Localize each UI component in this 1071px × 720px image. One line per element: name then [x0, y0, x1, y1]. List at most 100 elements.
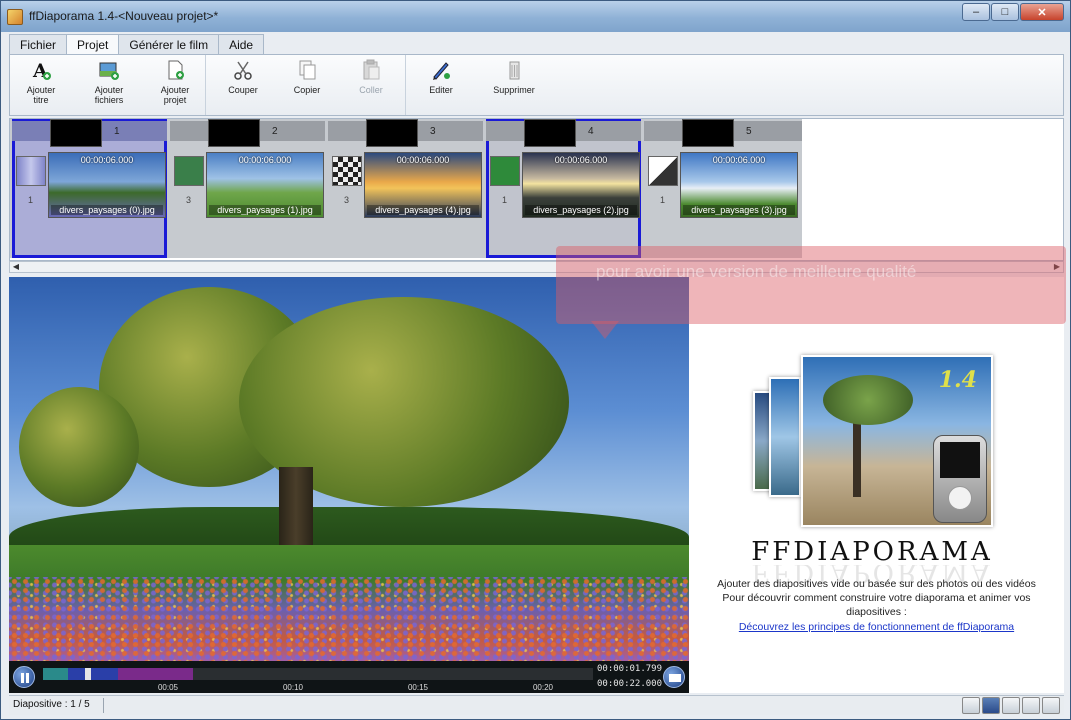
slide-filename: divers_paysages (3).jpg — [683, 205, 795, 215]
transition-number: 1 — [28, 195, 34, 205]
slide-timeline[interactable]: 1 1 00:00:06.000 divers_paysages (0).jpg… — [9, 118, 1064, 261]
scissors-icon — [232, 59, 254, 81]
logo-card — [769, 377, 801, 497]
ribbon-tabs: Fichier Projet Générer le film Aide — [9, 34, 265, 55]
add-title-button[interactable]: A Ajouter titre — [18, 59, 64, 111]
help-link[interactable]: Découvrez les principes de fonctionnemen… — [699, 620, 1054, 634]
player-bar: 00:05 00:10 00:15 00:20 00:00:01.799 00:… — [9, 661, 689, 693]
scroll-left-icon[interactable]: ◀ — [10, 262, 22, 272]
slide-cell-3[interactable]: 3 3 00:00:06.000 divers_paysages (4).jpg — [328, 119, 483, 258]
status-icons — [962, 697, 1060, 714]
add-files-icon — [98, 59, 120, 81]
settings-icon[interactable] — [1002, 697, 1020, 714]
play-button[interactable] — [13, 666, 35, 688]
help-icon[interactable] — [1042, 697, 1060, 714]
transition-number: 3 — [186, 195, 192, 205]
playhead[interactable] — [85, 668, 91, 680]
slide-cell-1[interactable]: 1 1 00:00:06.000 divers_paysages (0).jpg — [12, 119, 167, 258]
tab-projet[interactable]: Projet — [66, 34, 120, 55]
add-title-label: Ajouter titre — [26, 85, 56, 105]
add-project-icon — [164, 59, 186, 81]
window-controls: – □ ✕ — [962, 3, 1064, 21]
slide-cell-2[interactable]: 2 3 00:00:06.000 divers_paysages (1).jpg — [170, 119, 325, 258]
slide-cell-5[interactable]: 5 1 00:00:06.000 divers_paysages (3).jpg — [644, 119, 802, 258]
info-line-2: Pour découvrir comment construire votre … — [722, 592, 1031, 618]
copy-icon — [296, 59, 318, 81]
slide-cell-4[interactable]: 4 1 00:00:06.000 divers_paysages (2).jpg — [486, 119, 641, 258]
app-icon — [7, 9, 23, 25]
status-text: Diapositive : 1 / 5 — [13, 699, 90, 710]
paste-icon — [360, 59, 382, 81]
delete-button[interactable]: Supprimer — [486, 59, 542, 111]
transition-icon[interactable] — [490, 156, 520, 186]
cut-button[interactable]: Couper — [220, 59, 266, 111]
transition-icon[interactable] — [648, 156, 678, 186]
paste-button[interactable]: Coller — [348, 59, 394, 111]
close-button[interactable]: ✕ — [1020, 3, 1064, 21]
edit-button[interactable]: Editer — [418, 59, 464, 111]
zoom-icon[interactable] — [1022, 697, 1040, 714]
transition-icon[interactable] — [332, 156, 362, 186]
folder-icon[interactable] — [962, 697, 980, 714]
slide-number: 3 — [430, 126, 436, 137]
logo-tree-canopy — [823, 375, 913, 425]
preview-flowers — [9, 577, 689, 661]
add-project-button[interactable]: Ajouter projet — [152, 59, 198, 111]
slide-background-thumb — [524, 119, 576, 147]
slide-thumbnail[interactable]: 00:00:06.000 divers_paysages (2).jpg — [522, 152, 640, 218]
track-segment — [68, 668, 118, 680]
add-files-button[interactable]: Ajouter fichiers — [86, 59, 132, 111]
window-title: ffDiaporama 1.4-<Nouveau projet>* — [29, 9, 219, 23]
tick-label: 00:10 — [282, 683, 304, 692]
tooltip-tail — [591, 321, 619, 339]
transition-icon[interactable] — [174, 156, 204, 186]
logo-wordmark: FFDIAPORAMA — [751, 537, 993, 567]
ribbon-group-clipboard: Couper Copier Coller — [206, 55, 406, 115]
slide-thumbnail[interactable]: 00:00:06.000 divers_paysages (3).jpg — [680, 152, 798, 218]
slide-duration: 00:00:06.000 — [554, 155, 608, 165]
app-logo: 1.4 FFDIAPORAMA FFDIAPORAMA — [747, 351, 997, 587]
ribbon-toolbar: A Ajouter titre Ajouter fichiers Ajouter… — [9, 54, 1064, 116]
info-text: Ajouter des diapositives vide ou basée s… — [699, 577, 1054, 634]
track-segment — [118, 668, 193, 680]
slide-duration: 00:00:06.000 — [712, 155, 766, 165]
minimize-button[interactable]: – — [962, 3, 990, 21]
slide-background-thumb — [366, 119, 418, 147]
tab-fichier[interactable]: Fichier — [9, 34, 68, 54]
copy-button[interactable]: Copier — [284, 59, 330, 111]
info-panel: 1.4 FFDIAPORAMA FFDIAPORAMA Ajouter des … — [689, 277, 1064, 693]
monitor-icon[interactable] — [982, 697, 1000, 714]
current-time: 00:00:01.799 — [597, 664, 663, 674]
tick-label: 00:15 — [407, 683, 429, 692]
copy-label: Copier — [293, 85, 321, 95]
timeline-slider[interactable] — [43, 668, 593, 680]
logo-card-main: 1.4 — [801, 355, 993, 527]
slide-number: 4 — [588, 126, 594, 137]
tooltip-overlay: pour avoir une version de meilleure qual… — [556, 246, 1066, 324]
tab-aide[interactable]: Aide — [218, 34, 265, 54]
tooltip-text: pour avoir une version de meilleure qual… — [596, 262, 917, 281]
slide-number: 5 — [746, 126, 752, 137]
slide-filename: divers_paysages (0).jpg — [51, 205, 163, 215]
cut-label: Couper — [228, 85, 258, 95]
tab-generer-le-film[interactable]: Générer le film — [118, 34, 220, 54]
end-button[interactable] — [663, 666, 685, 688]
edit-label: Editer — [429, 85, 453, 95]
preview-tree-trunk — [279, 467, 313, 557]
slide-filename: divers_paysages (4).jpg — [367, 205, 479, 215]
logo-device-wheel — [948, 486, 972, 510]
slide-filename: divers_paysages (2).jpg — [525, 205, 637, 215]
add-project-label: Ajouter projet — [160, 85, 190, 105]
slide-thumbnail[interactable]: 00:00:06.000 divers_paysages (4).jpg — [364, 152, 482, 218]
title-bar: ffDiaporama 1.4-<Nouveau projet>* – □ ✕ — [1, 1, 1070, 32]
slide-thumbnail[interactable]: 00:00:06.000 divers_paysages (0).jpg — [48, 152, 166, 218]
slide-thumbnail[interactable]: 00:00:06.000 divers_paysages (1).jpg — [206, 152, 324, 218]
transition-number: 1 — [502, 195, 508, 205]
paste-label: Coller — [359, 85, 383, 95]
transition-icon[interactable] — [16, 156, 46, 186]
ribbon-group-add: A Ajouter titre Ajouter fichiers Ajouter… — [10, 55, 206, 115]
total-time: 00:00:22.000 — [597, 679, 663, 689]
timeline-ticks: 00:05 00:10 00:15 00:20 — [43, 681, 593, 692]
maximize-button[interactable]: □ — [991, 3, 1019, 21]
slide-duration: 00:00:06.000 — [238, 155, 292, 165]
